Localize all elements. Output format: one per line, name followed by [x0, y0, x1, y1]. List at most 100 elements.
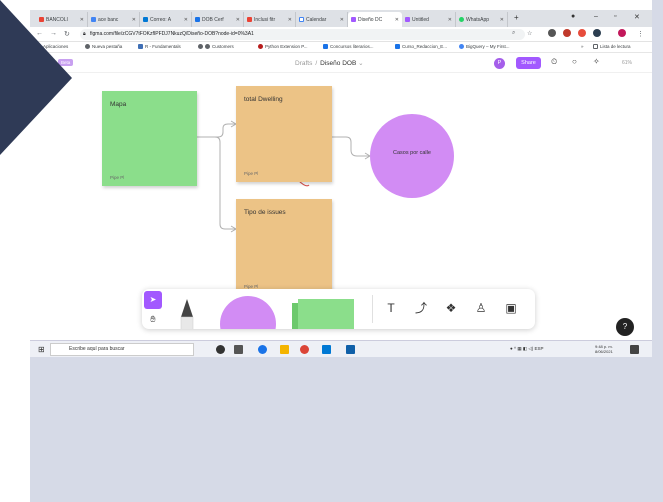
bookmark-item[interactable]: Customers: [198, 44, 234, 49]
circle-shape[interactable]: Casos por calle: [370, 114, 454, 198]
bookmark-item[interactable]: BigQuery – My First...: [459, 44, 510, 49]
marker-tool-icon[interactable]: [178, 299, 196, 329]
reading-list-icon: [593, 44, 598, 49]
outlook-taskbar-icon[interactable]: [346, 345, 355, 354]
folder-icon: [323, 44, 328, 49]
slide-lower-panel: [30, 357, 663, 502]
chrome-icon[interactable]: [300, 345, 309, 354]
reading-list-button[interactable]: Lista de lectura: [593, 44, 631, 49]
bigquery-icon: [459, 44, 464, 49]
edge-icon[interactable]: [258, 345, 267, 354]
profile-avatar[interactable]: [618, 29, 626, 37]
system-tray[interactable]: ● ^ ▦ ◧ ◁) ESP: [510, 346, 544, 352]
browser-tab-bar: BANCOLI ✕ ace banc ✕ Correo: A ✕ DOB Cerf ✕ …: [30, 10, 652, 27]
image-tool-button[interactable]: ▣: [500, 297, 522, 319]
hand-tool-button[interactable]: ✋︎: [144, 310, 162, 328]
lock-icon: 🔒︎: [83, 31, 86, 37]
star-icon[interactable]: ☆: [527, 30, 532, 37]
browser-tab[interactable]: Calendar ✕: [296, 12, 348, 27]
outlook-icon: [143, 17, 148, 22]
image-icon: ▣: [505, 301, 517, 315]
sticky-note-tool[interactable]: [290, 295, 358, 329]
close-icon[interactable]: ✕: [395, 17, 399, 23]
bookmark-icon: [138, 44, 143, 49]
file-explorer-icon[interactable]: [280, 345, 289, 354]
bookmark-item[interactable]: Concursos literarios...: [323, 44, 374, 49]
components-tool-button[interactable]: ❖: [440, 297, 462, 319]
help-button[interactable]: ?: [616, 318, 634, 336]
windows-taskbar: ⊞ ⚲ Escribe aquí para buscar ● ^ ▦ ◧ ◁) …: [30, 340, 652, 357]
text-tool-button[interactable]: T: [380, 297, 402, 319]
sticky-note[interactable]: Tipo de issues Pipe Pl: [236, 199, 332, 295]
minimize-icon[interactable]: –: [594, 13, 598, 20]
globe-icon: [85, 44, 90, 49]
close-icon[interactable]: ✕: [500, 17, 504, 23]
profile-circle-icon[interactable]: ●: [571, 13, 575, 20]
document-title[interactable]: Diseño DOB: [320, 60, 356, 67]
sticky-author: Pipe Pl: [244, 171, 259, 176]
maximize-icon[interactable]: ▫: [614, 13, 616, 20]
extension-icon[interactable]: [578, 29, 586, 37]
notifications-icon[interactable]: [630, 345, 639, 354]
bookmark-item[interactable]: Curso_Redaccion_E...: [395, 44, 447, 49]
menu-dots-icon[interactable]: ⋮: [637, 30, 644, 38]
connector-tool-button[interactable]: ⤴︎: [410, 297, 432, 319]
browser-tab-active[interactable]: Diseño DC ✕: [348, 12, 402, 27]
more-bookmarks-icon[interactable]: »: [581, 44, 584, 49]
figma-icon: [405, 17, 410, 22]
close-icon[interactable]: ✕: [184, 17, 188, 23]
bookmark-item[interactable]: Nueva pestaña: [85, 44, 122, 49]
sticky-title: Mapa: [110, 101, 127, 108]
extension-icon[interactable]: [548, 29, 556, 37]
browser-tab[interactable]: ace banc ✕: [88, 12, 140, 27]
stamp-icon: ♙: [475, 301, 487, 315]
timer-icon[interactable]: ⏲︎: [551, 57, 557, 67]
close-icon[interactable]: ✕: [236, 17, 240, 23]
close-icon[interactable]: ✕: [288, 17, 292, 23]
hand-icon: ✋︎: [150, 314, 156, 324]
cortana-icon[interactable]: [216, 345, 225, 354]
sparkle-icon[interactable]: ✧: [593, 57, 600, 66]
close-icon[interactable]: ✕: [340, 17, 344, 23]
url-field[interactable]: 🔒︎ figma.com/file/zCGV7tFOKzfIPFDJ7NkuzQ…: [80, 29, 525, 40]
extension-icon[interactable]: [563, 29, 571, 37]
breadcrumb-drafts[interactable]: Drafts: [295, 60, 312, 67]
zoom-level[interactable]: 61%: [622, 60, 632, 66]
language-indicator[interactable]: ESP: [535, 346, 544, 351]
close-icon[interactable]: ✕: [448, 17, 452, 23]
user-avatar[interactable]: P: [494, 58, 505, 69]
bookmark-item[interactable]: Python Extension P...: [258, 44, 307, 49]
sticky-note[interactable]: total Dwelling Pipe Pl: [236, 86, 332, 182]
task-view-icon[interactable]: [234, 345, 243, 354]
browser-tab[interactable]: DOB Cerf ✕: [192, 12, 244, 27]
windows-start-icon[interactable]: ⊞: [38, 345, 45, 354]
sticky-title: total Dwelling: [244, 96, 283, 103]
globe-icon: [205, 44, 210, 49]
figjam-canvas[interactable]: Mapa Pipe Pl total Dwelling Pipe Pl Tipo…: [30, 74, 652, 347]
zoom-lens-icon[interactable]: ⌕: [512, 30, 515, 37]
stamp-tool-button[interactable]: ♙: [470, 297, 492, 319]
taskbar-search-input[interactable]: Escribe aquí para buscar: [50, 343, 194, 356]
browser-tab[interactable]: Untitled ✕: [402, 12, 456, 27]
extension-puzzle-icon[interactable]: [593, 29, 601, 37]
app-icon[interactable]: [322, 345, 331, 354]
comment-icon[interactable]: ○: [572, 57, 577, 66]
browser-tab[interactable]: Correo: A ✕: [140, 12, 192, 27]
tray-icons: ● ^ ▦ ◧ ◁): [510, 346, 535, 351]
move-tool-button[interactable]: ➤: [144, 291, 162, 309]
browser-tab[interactable]: WhatsApp ✕: [456, 12, 508, 27]
bookmark-item[interactable]: R - Fundamentals: [138, 44, 181, 49]
bookmarks-bar: Aplicaciones Nueva pestaña R - Fundament…: [30, 42, 652, 53]
whatsapp-icon: [459, 17, 464, 22]
taskbar-clock[interactable]: 9:48 p. m. 8/06/2021: [595, 344, 613, 354]
share-button[interactable]: Share: [516, 57, 541, 69]
new-tab-button[interactable]: +: [514, 13, 519, 22]
close-icon[interactable]: ✕: [80, 17, 84, 23]
browser-tab[interactable]: Inclusi fitr ✕: [244, 12, 296, 27]
chevron-down-icon[interactable]: ⌄: [358, 60, 363, 67]
close-window-icon[interactable]: ✕: [634, 13, 640, 21]
gmail-icon: [247, 17, 252, 22]
sticky-note[interactable]: Mapa Pipe Pl: [102, 91, 197, 186]
shape-tool-button[interactable]: [220, 296, 276, 329]
close-icon[interactable]: ✕: [132, 17, 136, 23]
